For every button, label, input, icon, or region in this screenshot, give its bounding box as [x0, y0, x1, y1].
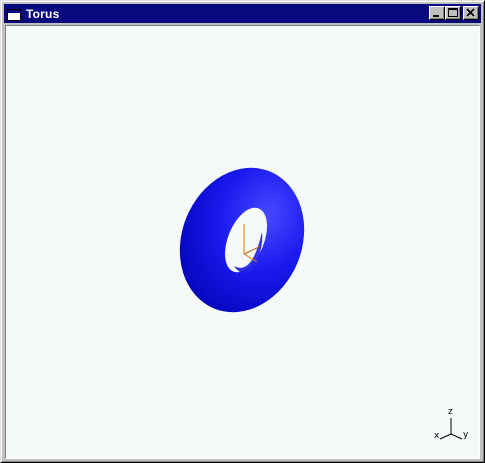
minimize-icon [433, 15, 439, 17]
maximize-icon [448, 8, 458, 17]
torus-window: Torus z x y [0, 0, 485, 463]
close-button[interactable] [463, 6, 479, 20]
window-title: Torus [26, 6, 60, 21]
axis-triad [439, 418, 463, 440]
title-bar[interactable]: Torus [4, 4, 481, 23]
maximize-button[interactable] [445, 6, 461, 20]
window-icon[interactable] [7, 8, 21, 21]
3d-viewport[interactable]: z x y [5, 25, 480, 459]
x-axis-label: x [434, 431, 440, 441]
minimize-button[interactable] [429, 6, 445, 20]
y-axis-label: y [463, 430, 469, 440]
z-axis-label: z [448, 407, 453, 417]
close-icon [466, 8, 475, 17]
title-buttons [429, 6, 479, 20]
